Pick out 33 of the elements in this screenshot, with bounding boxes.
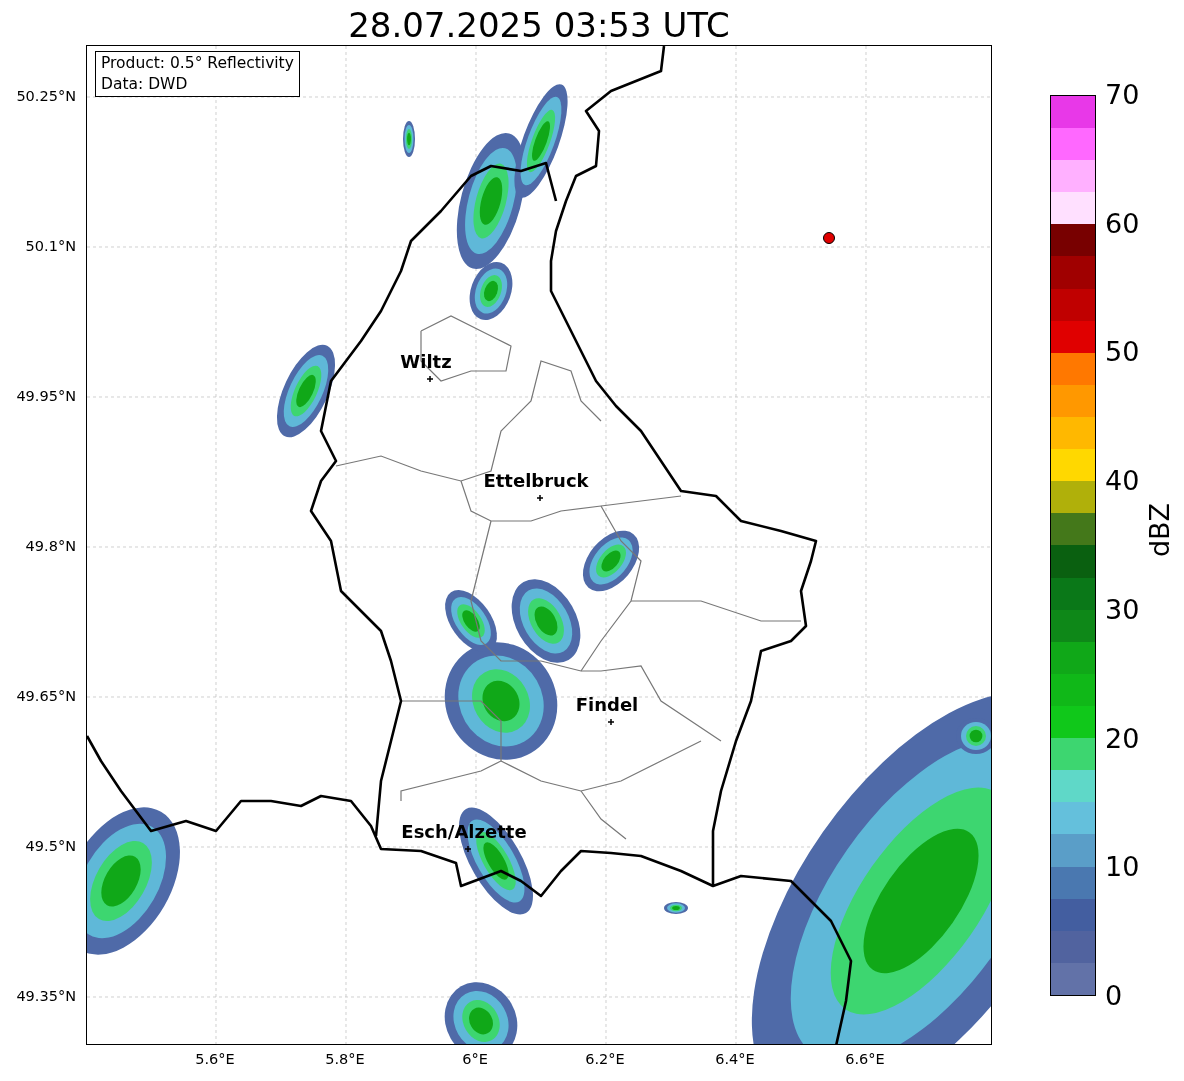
axis-tick-label: 50.1°N: [25, 237, 76, 255]
axis-tick-label: 6.4°E: [715, 1050, 755, 1068]
axis-tick-label: 6.2°E: [585, 1050, 625, 1068]
marker-dot-icon: [823, 232, 835, 244]
colorbar-tick-label: 30: [1105, 594, 1140, 625]
axis-tick-label: 5.8°E: [325, 1050, 365, 1068]
city-marker-icon: [426, 375, 434, 383]
colorbar-tick-label: 40: [1105, 466, 1140, 497]
axis-tick-label: 5.6°E: [195, 1050, 235, 1068]
info-text: Product: 0.5° Reflectivity: [101, 53, 294, 74]
city-label: Ettelbruck: [483, 471, 589, 491]
info-text: Data: DWD: [101, 74, 189, 95]
axis-tick-label: 49.5°N: [25, 837, 76, 855]
axis-tick-label: 49.35°N: [16, 987, 76, 1005]
city-label: Findel: [575, 695, 639, 715]
colorbar-tick-label: 10: [1105, 852, 1140, 883]
chart-title: 28.07.2025 03:53 UTC: [347, 4, 731, 46]
axis-tick-label: 6.6°E: [845, 1050, 885, 1068]
axis-tick-label: 50.25°N: [16, 87, 76, 105]
colorbar-label: dBZ: [1145, 502, 1175, 558]
colorbar-tick-label: 70: [1105, 80, 1140, 110]
axis-tick-label: 6°E: [462, 1050, 488, 1068]
colorbar-tick-label: 20: [1105, 723, 1140, 754]
colorbar-tick-label: 50: [1105, 337, 1140, 368]
axis-tick-label: 49.65°N: [16, 687, 76, 705]
axis-tick-label: 49.8°N: [25, 537, 76, 555]
colorbar-tick-label: 0: [1105, 981, 1123, 1011]
city-marker-icon: [536, 494, 544, 502]
city-label: Wiltz: [400, 352, 452, 372]
city-marker-icon: [607, 718, 615, 726]
city-marker-icon: [464, 845, 472, 853]
colorbar-tick-label: 60: [1105, 208, 1140, 239]
axis-tick-label: 49.95°N: [16, 387, 76, 405]
